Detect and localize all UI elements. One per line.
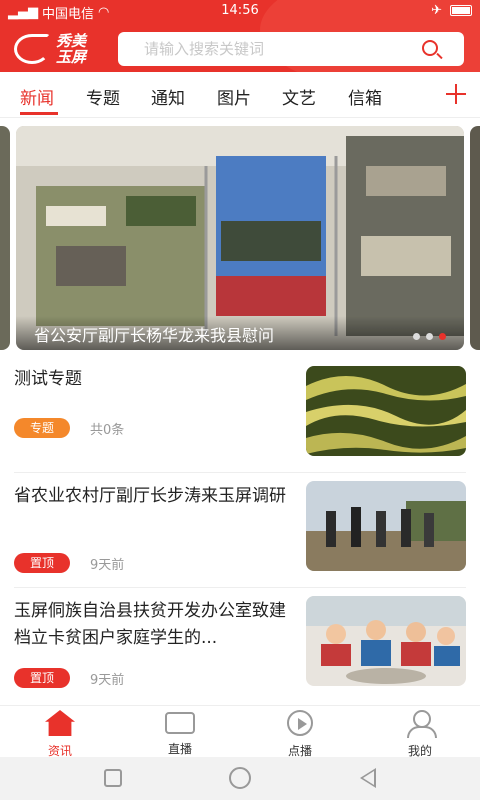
nav-vod[interactable]: 点播 <box>260 710 340 759</box>
home-button-icon[interactable] <box>229 767 251 789</box>
logo-text-line2: 玉屏 <box>56 48 87 66</box>
item-thumbnail <box>306 596 466 686</box>
add-channel-icon[interactable] <box>446 84 466 104</box>
tab-arts[interactable]: 文艺 <box>282 84 316 109</box>
battery-icon <box>450 5 472 16</box>
item-title: 测试专题 <box>14 369 82 389</box>
back-icon[interactable] <box>360 768 376 788</box>
alarm-icon: ✈ <box>431 3 442 18</box>
item-meta: 置顶 9天前 <box>14 553 124 573</box>
item-title: 玉屏侗族自治县扶贫开发办公室致建档立卡贫困户家庭学生的... <box>14 601 286 648</box>
list-item[interactable]: 省农业农村厅副厅长步涛来玉屏调研 置顶 9天前 <box>14 473 466 588</box>
search-icon[interactable] <box>422 40 438 56</box>
nav-label: 点播 <box>287 744 312 758</box>
app-bar: 秀美 玉屏 <box>0 28 480 72</box>
logo-text-line1: 秀美 <box>56 32 87 50</box>
app-logo[interactable]: 秀美 玉屏 <box>14 30 104 68</box>
home-icon <box>45 710 75 736</box>
nav-live[interactable]: 直播 <box>140 710 220 757</box>
user-icon <box>405 710 437 738</box>
item-time: 9天前 <box>90 672 125 688</box>
item-meta: 置顶 9天前 <box>14 668 124 688</box>
logo-mark-icon <box>14 34 50 64</box>
tab-mailbox[interactable]: 信箱 <box>348 84 382 109</box>
news-carousel[interactable]: 省公安厅副厅长杨华龙来我县慰问 <box>0 126 480 350</box>
list-item[interactable]: 玉屏侗族自治县扶贫开发办公室致建档立卡贫困户家庭学生的... 置顶 9天前 <box>14 588 466 703</box>
nav-me[interactable]: 我的 <box>380 710 460 759</box>
nav-label: 资讯 <box>47 744 72 758</box>
play-icon <box>287 710 313 736</box>
tab-pictures[interactable]: 图片 <box>217 84 251 109</box>
carousel-next-slide[interactable] <box>470 126 480 350</box>
app-header: ▂▄▆ 中国电信 ◠ 14:56 ✈ 秀美 玉屏 <box>0 0 480 72</box>
pinned-badge: 置顶 <box>14 668 70 688</box>
nav-label: 我的 <box>407 744 432 758</box>
item-meta: 专题 共0条 <box>14 418 124 438</box>
tab-news[interactable]: 新闻 <box>20 84 54 109</box>
tab-topics[interactable]: 专题 <box>86 84 120 109</box>
carousel-prev-slide[interactable] <box>0 126 10 350</box>
carousel-dot[interactable] <box>413 333 420 340</box>
search-bar[interactable] <box>118 32 464 66</box>
item-time: 9天前 <box>90 557 125 573</box>
carousel-slide[interactable]: 省公安厅副厅长杨华龙来我县慰问 <box>16 126 464 350</box>
item-title: 省农业农村厅副厅长步涛来玉屏调研 <box>14 486 286 506</box>
logo-text: 秀美 玉屏 <box>56 33 86 65</box>
list-item[interactable]: 测试专题 专题 共0条 <box>14 358 466 473</box>
item-thumbnail <box>306 481 466 571</box>
item-thumbnail <box>306 366 466 456</box>
carousel-dot-active[interactable] <box>439 333 446 340</box>
nav-info[interactable]: 资讯 <box>20 710 100 759</box>
status-bar: ▂▄▆ 中国电信 ◠ 14:56 ✈ <box>0 0 480 22</box>
clock: 14:56 <box>221 3 259 18</box>
item-count: 共0条 <box>90 422 125 438</box>
carousel-indicator <box>413 333 446 340</box>
news-list: 测试专题 专题 共0条 省农业农村厅副厅长步涛来玉屏调研 置顶 9天前 玉屏侗族… <box>14 358 466 703</box>
pinned-badge: 置顶 <box>14 553 70 573</box>
system-nav-bar <box>0 757 480 800</box>
active-tab-indicator <box>20 112 58 115</box>
carousel-dot[interactable] <box>426 333 433 340</box>
tab-notices[interactable]: 通知 <box>151 84 185 109</box>
video-camera-icon <box>165 712 195 734</box>
search-input[interactable] <box>118 32 398 66</box>
bottom-nav: 资讯 直播 点播 我的 <box>0 705 480 759</box>
recent-apps-icon[interactable] <box>104 769 122 787</box>
nav-label: 直播 <box>167 742 192 756</box>
status-right: ✈ <box>431 3 472 18</box>
topic-badge: 专题 <box>14 418 70 438</box>
carousel-caption: 省公安厅副厅长杨华龙来我县慰问 <box>16 316 464 350</box>
category-tabs: 新闻 专题 通知 图片 文艺 信箱 <box>0 72 480 118</box>
